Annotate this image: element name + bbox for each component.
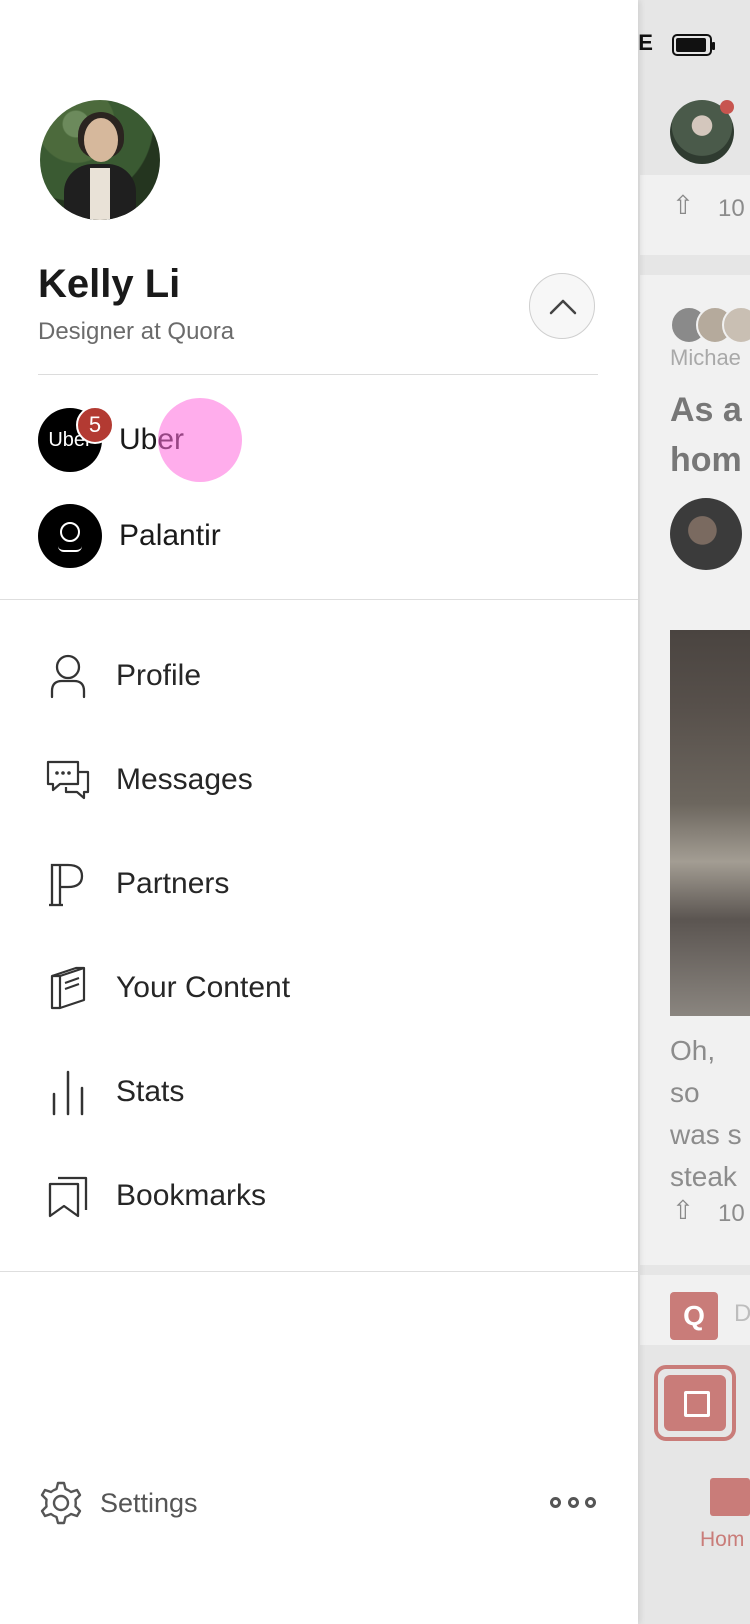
notification-badge: 5: [76, 406, 114, 444]
user-name[interactable]: Kelly Li: [38, 262, 180, 307]
touch-indicator: [158, 398, 242, 482]
gear-icon: [40, 1481, 82, 1525]
chat-bubbles-icon: [46, 754, 90, 806]
space-label: Palantir: [119, 519, 221, 552]
menu-item-stats[interactable]: Stats: [46, 1062, 606, 1122]
bookmarks-icon: [46, 1170, 90, 1222]
upvote-icon: ⇧: [672, 1195, 694, 1225]
space-item-uber[interactable]: Uber 5 Uber: [38, 406, 598, 473]
chevron-up-icon: [549, 299, 577, 315]
menu-label: Bookmarks: [116, 1179, 267, 1212]
dot-icon: [567, 1496, 579, 1508]
navigation-drawer: Kelly Li Designer at Quora Uber 5 Uber P…: [0, 0, 638, 1624]
feed-author: Michae: [670, 345, 741, 370]
menu-item-bookmarks[interactable]: Bookmarks: [46, 1166, 606, 1226]
compose-icon: [684, 1391, 710, 1417]
dot-icon: [585, 1496, 596, 1508]
divider: [0, 599, 638, 600]
settings-label: Settings: [100, 1487, 198, 1518]
feed-answer-photo: [670, 630, 750, 1016]
upvote-count: 10: [718, 195, 745, 222]
menu-label: Your Content: [116, 971, 291, 1004]
upvote-icon: ⇧: [672, 190, 694, 220]
space-q-icon: Q: [670, 1292, 718, 1340]
avatar-shirt: [90, 168, 110, 220]
compose-button: [654, 1365, 736, 1441]
book-icon: [46, 962, 90, 1014]
feed-avatars-group: [670, 306, 750, 344]
menu-label: Messages: [116, 763, 253, 796]
divider: [38, 374, 598, 375]
user-tagline: Designer at Quora: [38, 318, 235, 345]
bar-chart-icon: [46, 1066, 90, 1118]
collapse-spaces-button[interactable]: [529, 273, 595, 339]
feed-question-title: As a hom: [670, 385, 742, 485]
menu-label: Profile: [116, 659, 202, 692]
upvote-count: 10: [718, 1200, 745, 1227]
feed-question-text: As a hom: [670, 391, 742, 479]
notification-dot: [720, 100, 734, 114]
menu-item-profile[interactable]: Profile: [46, 646, 606, 706]
battery-icon: [672, 34, 715, 56]
space-item-palantir[interactable]: Palantir: [38, 503, 598, 569]
more-options-button[interactable]: [550, 1490, 596, 1514]
person-icon: [46, 650, 90, 702]
menu-item-partners[interactable]: Partners: [46, 854, 606, 914]
menu-label: Stats: [116, 1075, 185, 1108]
menu-item-messages[interactable]: Messages: [46, 750, 606, 810]
dot-icon: [550, 1496, 561, 1508]
home-icon: [710, 1478, 750, 1516]
tab-home-label: Hom: [700, 1528, 745, 1551]
palantir-ring: [60, 522, 80, 542]
feed-answer-avatar: [670, 498, 742, 570]
settings-button[interactable]: Settings: [38, 1478, 198, 1528]
partners-p-icon: [46, 858, 90, 910]
divider: [0, 1271, 638, 1272]
menu-item-your-content[interactable]: Your Content: [46, 958, 606, 1018]
menu-label: Partners: [116, 867, 230, 900]
space-name-partial: D: [734, 1300, 750, 1327]
palantir-logo-icon: [38, 504, 102, 568]
feed-answer-text: Oh, so was s steak: [670, 1035, 742, 1192]
avatar-face: [84, 118, 118, 162]
user-avatar[interactable]: [40, 100, 160, 220]
uber-logo-icon: Uber 5: [38, 406, 114, 472]
palantir-base: [58, 546, 82, 552]
